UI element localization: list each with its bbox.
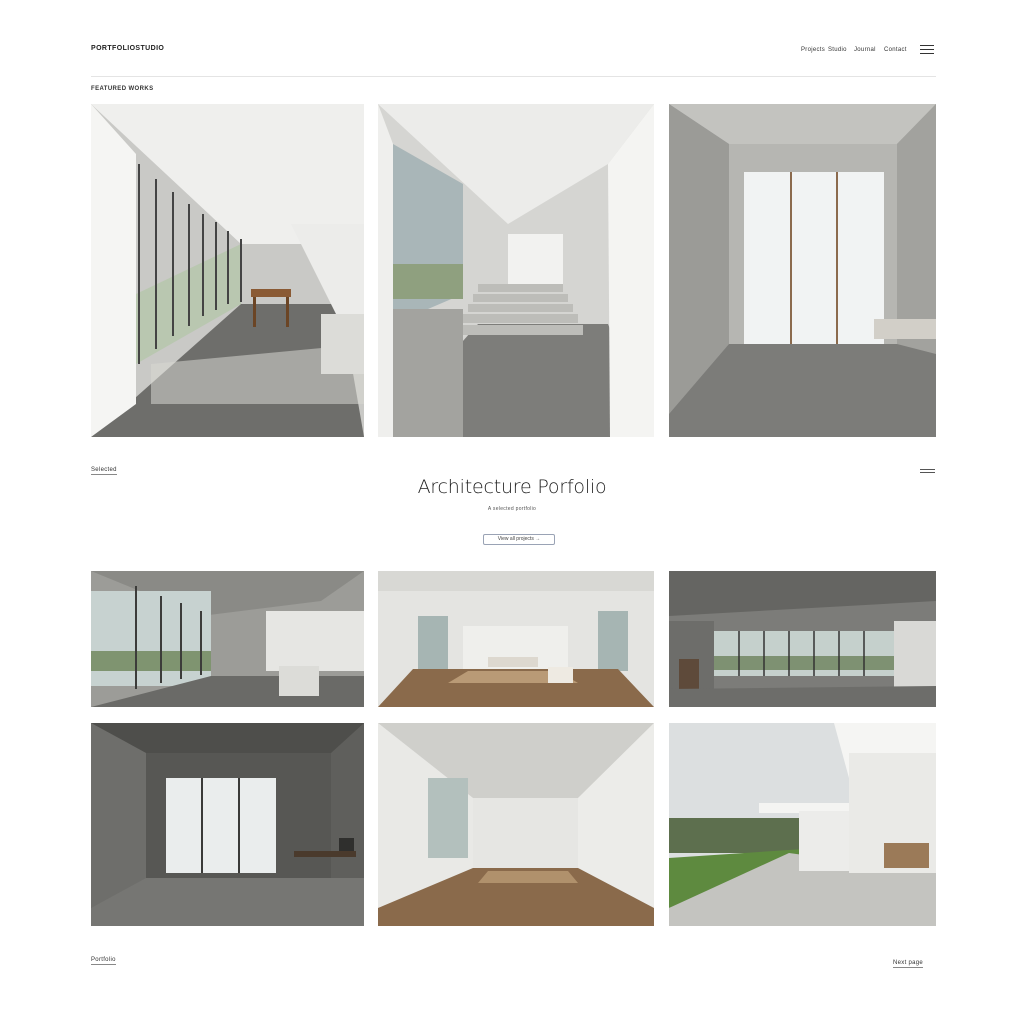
hamburger-menu-icon[interactable] (920, 45, 934, 54)
footer-portfolio-label[interactable]: Portfolio (91, 957, 116, 965)
view-all-projects-button[interactable]: View all projects → (483, 534, 555, 545)
project-photo-panoramic-glass-room[interactable] (669, 571, 936, 707)
section-label: FEATURED WORKS (91, 86, 154, 92)
next-page-link[interactable]: Next page (893, 960, 924, 968)
header-divider (91, 76, 936, 77)
project-photo-open-concrete-room[interactable] (91, 571, 364, 707)
project-photo-stair-hall[interactable] (378, 104, 654, 437)
brand-logo[interactable]: PORTFOLIOSTUDIO (91, 45, 164, 52)
page-subtitle: A selected portfolio (487, 506, 537, 512)
list-view-icon[interactable] (920, 469, 935, 475)
project-photo-glass-corridor[interactable] (91, 104, 364, 437)
nav-link-studio[interactable]: Studio (828, 47, 847, 53)
project-photo-wood-floor-room[interactable] (378, 723, 654, 926)
nav-link-contact[interactable]: Contact (884, 47, 907, 53)
page-title: Architecture Porfolio (417, 476, 607, 498)
project-photo-dark-concrete-room[interactable] (91, 723, 364, 926)
selected-works-label[interactable]: Selected (91, 467, 117, 475)
project-photo-house-exterior[interactable] (669, 723, 936, 926)
project-photo-frosted-window-room[interactable] (669, 104, 936, 437)
nav-link-projects[interactable]: Projects (801, 47, 825, 53)
nav-link-journal[interactable]: Journal (854, 47, 876, 53)
project-photo-wood-floor-hall[interactable] (378, 571, 654, 707)
